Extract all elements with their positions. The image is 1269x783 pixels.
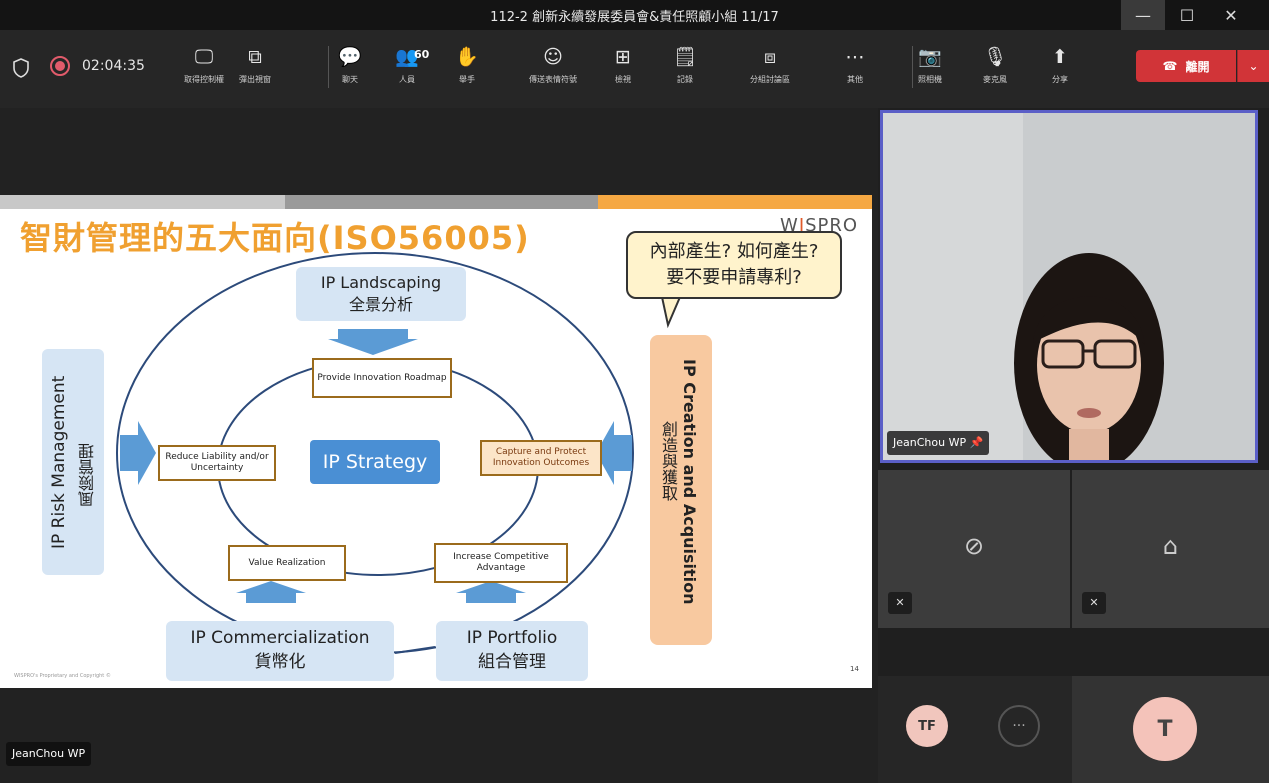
portfolio-zh-label: 組合管理 bbox=[478, 652, 546, 672]
speech-callout: 內部產生? 如何產生? 要不要申請專利? bbox=[626, 231, 842, 299]
minimize-button[interactable]: — bbox=[1121, 0, 1165, 30]
shared-slide: 智財管理的五大面向(ISO56005) WISPRO 內部產生? 如何產生? 要… bbox=[0, 195, 872, 688]
participant-video-main[interactable]: JeanChou WP 📌 bbox=[880, 110, 1258, 463]
ellipsis-icon: ··· bbox=[1012, 718, 1026, 734]
maximize-icon: ☐ bbox=[1179, 5, 1195, 25]
breakout-button[interactable]: ⧈ 分組討論區 bbox=[739, 44, 801, 85]
participant-tile-room[interactable]: ⌂ ✕ bbox=[1072, 470, 1269, 628]
leave-options-button[interactable]: ⌄ bbox=[1237, 50, 1269, 82]
toolbar-label: 記錄 bbox=[677, 75, 693, 84]
recording-indicator bbox=[50, 56, 70, 76]
capture-protect-box: Capture and Protect Innovation Outcomes bbox=[480, 440, 602, 476]
mic-off-icon: ✕ bbox=[1082, 592, 1106, 614]
camera-button[interactable]: 📷 照相機 bbox=[899, 44, 961, 85]
room-device-icon: ⌂ bbox=[1162, 532, 1179, 560]
leave-label: 離開 bbox=[1185, 59, 1210, 74]
mic-off-icon: ✕ bbox=[888, 592, 912, 614]
leave-button[interactable]: ☎ 離開 bbox=[1136, 50, 1236, 82]
raise-hand-button[interactable]: ✋ 舉手 bbox=[436, 44, 498, 85]
more-button[interactable]: ⋯ 其他 bbox=[824, 44, 886, 85]
toolbar-divider bbox=[912, 46, 913, 88]
risk-zh-label: 風險管理 bbox=[78, 443, 97, 507]
callout-line: 要不要申請專利? bbox=[666, 267, 802, 288]
participant-tile-camera-off[interactable]: ⊘ ✕ bbox=[878, 470, 1070, 628]
commercial-en-label: IP Commercialization bbox=[190, 628, 370, 648]
phone-hangup-icon: ☎ bbox=[1162, 59, 1178, 73]
portfolio-en-label: IP Portfolio bbox=[466, 628, 558, 648]
maximize-button[interactable]: ☐ bbox=[1165, 0, 1209, 30]
more-participants-button[interactable]: ··· bbox=[998, 705, 1040, 747]
toolbar-label: 檢視 bbox=[615, 75, 631, 84]
creation-en-label: IP Creation and Acquisition bbox=[680, 359, 699, 605]
landscaping-en-label: IP Landscaping bbox=[320, 273, 442, 292]
ip-commercialization-box: IP Commercialization 貨幣化 bbox=[166, 621, 394, 681]
toolbar-label: 分享 bbox=[1052, 75, 1068, 84]
toolbar-label: 照相機 bbox=[918, 75, 942, 84]
breakout-icon: ⧈ bbox=[763, 46, 777, 68]
close-button[interactable]: ✕ bbox=[1209, 0, 1253, 30]
creation-zh-label: 創造與獲取 bbox=[659, 421, 678, 501]
callout-line: 內部產生? 如何產生? bbox=[649, 241, 819, 262]
people-count: 60 bbox=[414, 48, 430, 61]
participant-name-tag: JeanChou WP 📌 bbox=[887, 431, 990, 455]
window-title: 112-2 創新永續發展委員會&責任照顧小組 11/17 bbox=[490, 10, 779, 25]
ip-landscaping-box: IP Landscaping 全景分析 bbox=[296, 267, 466, 321]
innovation-roadmap-box: Provide Innovation Roadmap bbox=[312, 358, 452, 398]
toolbar-label: 其他 bbox=[847, 75, 863, 84]
popout-icon: ⧉ bbox=[248, 46, 262, 68]
smiley-icon: ☺ bbox=[543, 46, 563, 68]
participant-video-feed bbox=[883, 113, 1255, 460]
minimize-icon: — bbox=[1135, 5, 1151, 25]
landscaping-zh-label: 全景分析 bbox=[348, 295, 413, 314]
shield-icon bbox=[13, 58, 29, 78]
view-button[interactable]: ⊞ 檢視 bbox=[592, 44, 654, 85]
ip-portfolio-box: IP Portfolio 組合管理 bbox=[436, 621, 588, 681]
pin-icon: 📌 bbox=[969, 436, 984, 449]
competitive-advantage-box: Increase Competitive Advantage bbox=[434, 543, 568, 583]
hand-icon: ✋ bbox=[455, 46, 479, 68]
title-bar: 112-2 創新永續發展委員會&責任照顧小組 11/17 — ☐ ✕ bbox=[0, 0, 1269, 30]
toolbar-label: 麥克風 bbox=[983, 75, 1007, 84]
popout-button[interactable]: ⧉ 彈出視窗 bbox=[224, 44, 286, 85]
camera-off-icon: 📷 bbox=[918, 46, 942, 68]
toolbar-divider bbox=[328, 46, 329, 88]
slide-page-number: 14 bbox=[850, 665, 859, 673]
share-icon: ⬆ bbox=[1052, 46, 1068, 68]
risk-label: IP Risk Management bbox=[49, 375, 69, 549]
toolbar-label: 舉手 bbox=[459, 75, 475, 84]
value-realization-box: Value Realization bbox=[228, 545, 346, 581]
participant-avatar[interactable]: T bbox=[1133, 697, 1197, 761]
presenter-name-tag: JeanChou WP bbox=[6, 742, 92, 766]
share-button[interactable]: ⬆ 分享 bbox=[1029, 44, 1091, 85]
toolbar-label: 分組討論區 bbox=[750, 75, 790, 84]
toolbar-label: 彈出視窗 bbox=[239, 75, 271, 84]
people-button[interactable]: 👥 60 人員 bbox=[376, 44, 438, 85]
ip-strategy-box: IP Strategy bbox=[310, 440, 440, 484]
ip-creation-box: IP Creation and Acquisition 創造與獲取 bbox=[650, 335, 712, 645]
chevron-down-icon: ⌄ bbox=[1248, 59, 1259, 73]
toolbar-label: 人員 bbox=[399, 75, 415, 84]
commercial-zh-label: 貨幣化 bbox=[254, 652, 306, 672]
mic-off-icon: 🎙 bbox=[982, 46, 1008, 68]
notes-button[interactable]: 🗒 記錄 bbox=[654, 44, 716, 85]
camera-off-icon: ⊘ bbox=[963, 532, 985, 560]
mic-button[interactable]: 🎙 麥克風 bbox=[964, 44, 1026, 85]
reduce-liability-box: Reduce Liability and/or Uncertainty bbox=[158, 445, 276, 481]
participant-avatar[interactable]: TF bbox=[906, 705, 948, 747]
toolbar-label: 傳送表情符號 bbox=[529, 75, 577, 84]
reactions-button[interactable]: ☺ 傳送表情符號 bbox=[522, 44, 584, 85]
close-icon: ✕ bbox=[1224, 5, 1238, 25]
meeting-timer: 02:04:35 bbox=[82, 58, 145, 74]
teams-meeting-window: 112-2 創新永續發展委員會&責任照顧小組 11/17 — ☐ ✕ 02:04… bbox=[0, 0, 1269, 783]
ellipsis-icon: ⋯ bbox=[845, 46, 865, 68]
grid-icon: ⊞ bbox=[615, 46, 631, 68]
slide-footer: WISPRO's Proprietary and Copyright © bbox=[14, 673, 111, 679]
notes-icon: 🗒 bbox=[672, 46, 698, 68]
